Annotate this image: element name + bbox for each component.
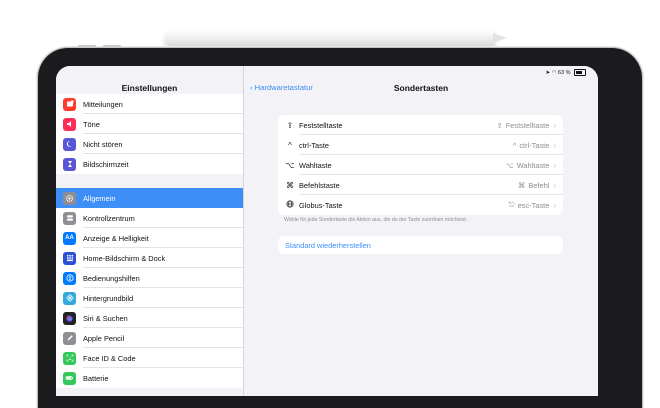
chevron-right-icon: › bbox=[553, 160, 556, 170]
sidebar-item-label: Home-Bildschirm & Dock bbox=[83, 253, 166, 263]
toggles-icon bbox=[63, 211, 76, 225]
hardware-button bbox=[103, 45, 121, 48]
key-label: ctrl-Taste bbox=[299, 140, 329, 150]
sidebar-item-label: Hintergrundbild bbox=[83, 293, 134, 303]
sidebar: Einstellungen Mitteilungen Töne Nicht st… bbox=[56, 66, 244, 396]
globe-icon bbox=[285, 200, 295, 210]
sidebar-item-label: Anzeige & Helligkeit bbox=[83, 233, 149, 243]
sidebar-item-hintergrundbild[interactable]: Hintergrundbild bbox=[56, 288, 243, 308]
sidebar-item-allgemein[interactable]: Allgemein bbox=[56, 188, 243, 208]
battery-icon bbox=[63, 371, 76, 385]
chevron-right-icon: › bbox=[553, 120, 556, 130]
sidebar-item-batterie[interactable]: Batterie bbox=[56, 368, 243, 388]
option-icon: ⌥ bbox=[505, 160, 514, 170]
option-icon: ⌥ bbox=[285, 160, 295, 170]
key-value: Befehl bbox=[528, 180, 550, 190]
command-icon: ⌘ bbox=[286, 180, 294, 190]
apple-pencil-tip bbox=[493, 33, 507, 43]
capslock-icon: ⇪ bbox=[286, 120, 294, 130]
status-bar: ➤ ◠ 63 % bbox=[545, 69, 586, 76]
key-value: Feststelltaste bbox=[505, 120, 550, 130]
capslock-icon: ⇪ bbox=[496, 120, 503, 130]
chevron-right-icon: › bbox=[553, 180, 556, 190]
sidebar-item-nicht-stoeren[interactable]: Nicht stören bbox=[56, 134, 243, 154]
key-value: esc-Taste bbox=[517, 200, 550, 210]
sidebar-item-label: Allgemein bbox=[83, 193, 116, 203]
sidebar-item-bildschirmzeit[interactable]: Bildschirmzeit bbox=[56, 154, 243, 174]
chevron-right-icon: › bbox=[553, 140, 556, 150]
grid-icon bbox=[63, 251, 76, 265]
sidebar-title: Einstellungen bbox=[121, 83, 178, 93]
signal-icon: ➤ bbox=[545, 69, 551, 76]
modifier-keys-list: ⇪ Feststelltaste ⇪ Feststelltaste › ^ ctr… bbox=[278, 115, 563, 215]
sidebar-item-bedienungshilfen[interactable]: Bedienungshilfen bbox=[56, 268, 243, 288]
battery-status-icon bbox=[574, 69, 586, 76]
sidebar-item-label: Kontrollzentrum bbox=[83, 213, 135, 223]
aa-icon: AA bbox=[63, 231, 76, 245]
key-row-feststelltaste[interactable]: ⇪ Feststelltaste ⇪ Feststelltaste › bbox=[278, 115, 563, 135]
sidebar-item-label: Bedienungshilfen bbox=[83, 273, 140, 283]
sidebar-item-kontrollzentrum[interactable]: Kontrollzentrum bbox=[56, 208, 243, 228]
sidebar-item-label: Siri & Suchen bbox=[83, 313, 128, 323]
settings-group-2: Allgemein Kontrollzentrum AA Anzeige & H… bbox=[56, 188, 243, 388]
sidebar-item-label: Töne bbox=[83, 119, 100, 129]
notifications-icon bbox=[63, 97, 76, 111]
chevron-right-icon: › bbox=[553, 200, 556, 210]
sidebar-item-siri[interactable]: Siri & Suchen bbox=[56, 308, 243, 328]
sidebar-item-label: Nicht stören bbox=[83, 139, 123, 149]
sidebar-item-label: Bildschirmzeit bbox=[83, 159, 129, 169]
restore-defaults-label: Standard wiederherstellen bbox=[285, 241, 371, 250]
sidebar-item-label: Mitteilungen bbox=[83, 99, 123, 109]
screen: Einstellungen Mitteilungen Töne Nicht st… bbox=[56, 66, 598, 396]
sidebar-item-label: Batterie bbox=[83, 373, 109, 383]
pencil-icon bbox=[63, 331, 76, 345]
sidebar-item-anzeige[interactable]: AA Anzeige & Helligkeit bbox=[56, 228, 243, 248]
faceid-icon bbox=[63, 351, 76, 365]
key-label: Befehlstaste bbox=[299, 180, 340, 190]
control-icon: ^ bbox=[512, 140, 517, 150]
key-value: Wahltaste bbox=[516, 160, 550, 170]
accessibility-icon bbox=[63, 271, 76, 285]
key-label: Feststelltaste bbox=[299, 120, 343, 130]
hourglass-icon bbox=[63, 157, 76, 171]
key-row-ctrl[interactable]: ^ ctrl-Taste ^ ctrl-Taste › bbox=[278, 135, 563, 155]
key-row-befehlstaste[interactable]: ⌘ Befehlstaste ⌘ Befehl › bbox=[278, 175, 563, 195]
settings-group-1: Mitteilungen Töne Nicht stören Bildschir… bbox=[56, 94, 243, 174]
sidebar-item-toene[interactable]: Töne bbox=[56, 114, 243, 134]
sidebar-item-face-id[interactable]: Face ID & Code bbox=[56, 348, 243, 368]
flower-icon bbox=[63, 291, 76, 305]
sounds-icon bbox=[63, 117, 76, 131]
command-icon: ⌘ bbox=[517, 180, 526, 190]
key-row-globus[interactable]: Globus-Taste ⎋ esc-Taste › bbox=[278, 195, 563, 215]
sidebar-item-home-bildschirm[interactable]: Home-Bildschirm & Dock bbox=[56, 248, 243, 268]
key-label: Globus-Taste bbox=[299, 200, 343, 210]
sidebar-item-mitteilungen[interactable]: Mitteilungen bbox=[56, 94, 243, 114]
key-value: ctrl-Taste bbox=[519, 140, 550, 150]
footnote: Wähle für jede Sondertaste die Aktion au… bbox=[284, 217, 468, 223]
siri-icon bbox=[63, 311, 76, 325]
key-label: Wahltaste bbox=[299, 160, 332, 170]
battery-percent: 63 % bbox=[557, 69, 571, 76]
hardware-button bbox=[78, 45, 96, 48]
gear-icon bbox=[63, 191, 76, 205]
escape-icon: ⎋ bbox=[508, 200, 515, 209]
moon-icon bbox=[63, 137, 76, 151]
wifi-icon: ◠ bbox=[551, 69, 557, 76]
control-icon: ^ bbox=[288, 140, 292, 150]
sidebar-item-label: Face ID & Code bbox=[83, 353, 136, 363]
restore-defaults-button[interactable]: Standard wiederherstellen bbox=[278, 236, 563, 254]
page-title: Sondertasten bbox=[393, 83, 449, 93]
sidebar-item-label: Apple Pencil bbox=[83, 333, 125, 343]
apple-pencil bbox=[165, 30, 495, 46]
detail-pane: ➤ ◠ 63 % ‹ Hardwaretastatur Sondertasten… bbox=[244, 66, 598, 396]
key-row-wahltaste[interactable]: ⌥ Wahltaste ⌥ Wahltaste › bbox=[278, 155, 563, 175]
sidebar-item-apple-pencil[interactable]: Apple Pencil bbox=[56, 328, 243, 348]
